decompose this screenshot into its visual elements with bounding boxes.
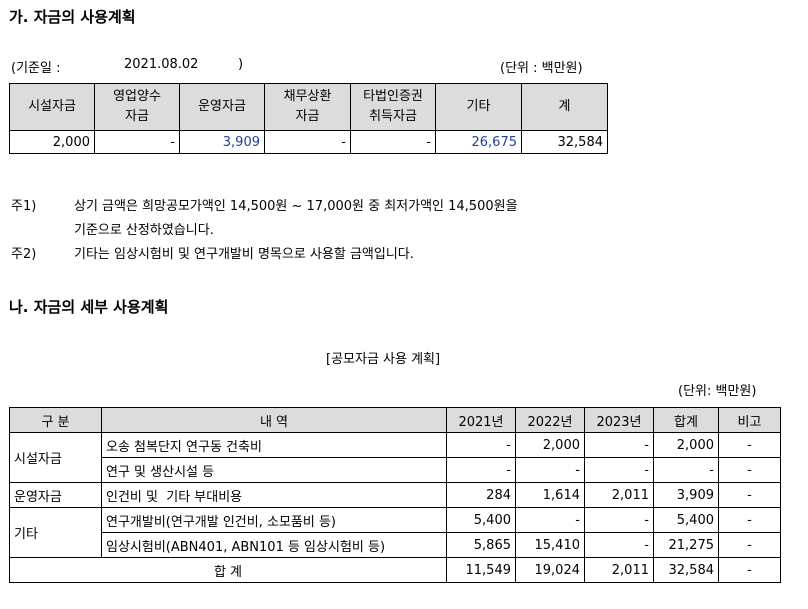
row-2021: 5,400: [446, 507, 516, 533]
note-label: 주2): [11, 247, 37, 262]
sum-row: 합 계 11,549 19,024 2,011 32,584 -: [9, 557, 781, 583]
unit-label-b: (단위: 백만원): [678, 384, 757, 399]
header-facility: 시설자금: [9, 83, 95, 131]
group-other: 기타: [9, 507, 102, 558]
row-note: -: [718, 507, 781, 533]
value-total: 32,584: [521, 130, 608, 154]
header-total: 계: [521, 83, 608, 131]
row-total: -: [653, 457, 719, 483]
note-label: 주1): [11, 199, 37, 214]
table-header-row: 시설자금 영업양수 자금 운영자금 채무상환 자금 타법인증권 취득자금 기타 …: [9, 83, 608, 131]
section-b-title: 나. 자금의 세부 사용계획: [9, 298, 169, 316]
header-business-transfer: 영업양수 자금: [94, 83, 180, 131]
row-2021: 5,865: [446, 532, 516, 558]
table-row: 기타 연구개발비(연구개발 인건비, 소모품비 등) 5,400 - - 5,4…: [9, 507, 781, 558]
row-2022: -: [515, 507, 585, 533]
table-row: 연구 및 생산시설 등 - - - - -: [10, 457, 781, 483]
row-2023: -: [584, 432, 654, 458]
sum-2022: 19,024: [515, 557, 585, 583]
row-note: -: [718, 457, 781, 483]
row-2022: -: [515, 457, 585, 483]
header-text: 시설자금: [28, 99, 76, 114]
header-text: 영업양수 자금: [113, 89, 161, 124]
header-other: 기타: [435, 83, 522, 131]
header-text: 기타: [466, 99, 491, 114]
note-text: 상기 금액은 희망공모가액인 14,500원 ~ 17,000원 중 최저가액인…: [74, 199, 518, 214]
value-securities-acquisition: -: [350, 130, 436, 154]
row-detail: 임상시험비(ABN401, ABN101 등 임상시험비 등): [101, 532, 447, 558]
row-2023: 2,011: [584, 482, 654, 508]
row-2023: -: [584, 507, 654, 533]
row-2021: -: [446, 432, 516, 458]
row-detail: 오송 첨복단지 연구동 건축비: [101, 432, 447, 458]
sum-label: 합 계: [9, 557, 447, 583]
fund-usage-summary-table: 시설자금 영업양수 자금 운영자금 채무상환 자금 타법인증권 취득자금 기타 …: [9, 83, 608, 154]
header-securities-acquisition: 타법인증권 취득자금: [350, 83, 436, 131]
note-text: 기타는 임상시험비 및 연구개발비 명목으로 사용할 금액입니다.: [74, 247, 414, 262]
header-text: 채무상환 자금: [283, 89, 332, 124]
table-header-row: 구 분 내 역 2021년 2022년 2023년 합계 비고: [9, 407, 781, 433]
row-note: -: [718, 482, 781, 508]
sum-total: 32,584: [653, 557, 719, 583]
basis-date: 2021.08.02: [124, 57, 199, 72]
basis-date-prefix: (기준일 :: [11, 61, 61, 76]
row-note: -: [718, 532, 781, 558]
header-operation: 운영자금: [179, 83, 265, 131]
row-detail: 인건비 및 기타 부대비용: [101, 482, 447, 508]
table-caption: [공모자금 사용 계획]: [326, 352, 441, 367]
header-detail: 내 역: [101, 407, 447, 433]
header-text: 운영자금: [198, 99, 246, 114]
table-row: 2,000 - 3,909 - - 26,675 32,584: [9, 130, 608, 154]
row-detail: 연구 및 생산시설 등: [101, 457, 447, 483]
row-2022: 2,000: [515, 432, 585, 458]
row-2023: -: [584, 457, 654, 483]
row-note: -: [718, 432, 781, 458]
row-2022: 15,410: [515, 532, 585, 558]
header-total: 합계: [653, 407, 719, 433]
header-2022: 2022년: [515, 407, 585, 433]
header-note: 비고: [718, 407, 781, 433]
note-text: 기준으로 산정하였습니다.: [74, 223, 214, 238]
header-2023: 2023년: [584, 407, 654, 433]
row-total: 3,909: [653, 482, 719, 508]
group-operation: 운영자금: [9, 482, 102, 508]
value-other: 26,675: [435, 130, 522, 154]
basis-date-suffix: ): [238, 57, 244, 72]
row-detail: 연구개발비(연구개발 인건비, 소모품비 등): [101, 507, 447, 533]
unit-label-a: (단위 : 백만원): [500, 61, 583, 76]
detailed-usage-table: 구 분 내 역 2021년 2022년 2023년 합계 비고 시설자금 오송 …: [9, 407, 781, 583]
header-text: 계: [558, 99, 571, 114]
table-row: 임상시험비(ABN401, ABN101 등 임상시험비 등) 5,865 15…: [10, 532, 781, 558]
value-operation: 3,909: [179, 130, 265, 154]
sum-note: -: [718, 557, 781, 583]
row-2023: -: [584, 532, 654, 558]
row-total: 5,400: [653, 507, 719, 533]
header-category: 구 분: [9, 407, 102, 433]
value-facility: 2,000: [9, 130, 95, 154]
section-a-title: 가. 자금의 사용계획: [9, 8, 136, 26]
row-total: 21,275: [653, 532, 719, 558]
sum-2023: 2,011: [584, 557, 654, 583]
row-2022: 1,614: [515, 482, 585, 508]
table-row: 운영자금 인건비 및 기타 부대비용 284 1,614 2,011 3,909…: [9, 482, 781, 508]
sum-2021: 11,549: [446, 557, 516, 583]
value-business-transfer: -: [94, 130, 180, 154]
row-2021: -: [446, 457, 516, 483]
header-2021: 2021년: [446, 407, 516, 433]
table-row: 시설자금 오송 첨복단지 연구동 건축비 - 2,000 - 2,000 -: [9, 432, 781, 483]
value-debt-repayment: -: [264, 130, 351, 154]
row-2021: 284: [446, 482, 516, 508]
group-facility: 시설자금: [9, 432, 102, 483]
row-total: 2,000: [653, 432, 719, 458]
header-text: 타법인증권 취득자금: [363, 89, 423, 124]
header-debt-repayment: 채무상환 자금: [264, 83, 351, 131]
